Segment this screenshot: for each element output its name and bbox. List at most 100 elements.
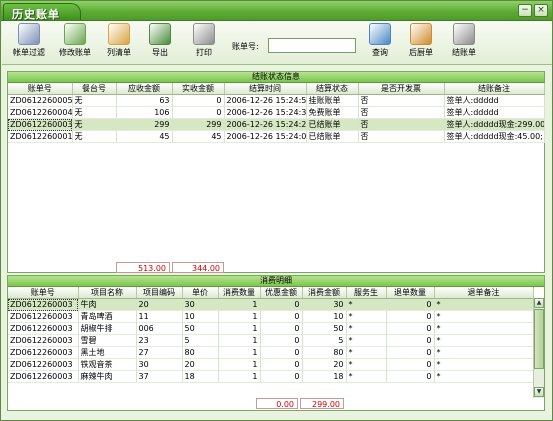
column-header[interactable]: 消费金额	[302, 287, 347, 299]
table-row[interactable]: ZD0612260001 无 45 45 2006-12-26 15:24:01 已结账单…	[8, 130, 545, 143]
table-cell: *	[346, 298, 387, 311]
table-cell: *	[346, 322, 387, 335]
column-header[interactable]: 结算时间	[224, 83, 307, 95]
table-row[interactable]: ZD0612260003 黑土地 27 80 1 0 80 * 0 *	[8, 346, 534, 359]
kitchen-order-icon	[410, 23, 432, 45]
table-cell: 0	[260, 358, 303, 371]
table-cell: ZD0612260004	[8, 106, 73, 119]
table-row[interactable]: ZD0612260003 雪碧 23 5 1 0 5 * 0 *	[8, 334, 534, 347]
table-cell: 青岛啤酒	[78, 310, 137, 323]
table-cell: 签单人:ddddd	[444, 94, 545, 107]
table-row[interactable]: ZD0612260003 铁观音茶 30 20 1 0 20 * 0 *	[8, 358, 534, 371]
scroll-thumb[interactable]	[534, 309, 544, 369]
table-cell: 0	[386, 334, 435, 347]
table-cell: 0	[260, 310, 303, 323]
table-cell: ZD0612260003	[8, 370, 79, 383]
table-cell: 无	[72, 118, 117, 131]
table-cell: 免费账单	[306, 106, 359, 119]
column-header[interactable]: 账单号	[8, 83, 73, 95]
table-cell: 45	[172, 130, 225, 143]
column-header[interactable]: 结算状态	[306, 83, 359, 95]
table-row[interactable]: ZD0612260003 牛肉 20 30 1 0 30 * 0 *	[8, 298, 534, 311]
column-header[interactable]: 消费数量	[218, 287, 261, 299]
column-header[interactable]: 项目名称	[78, 287, 137, 299]
table-cell: ZD0612260003	[8, 298, 79, 311]
column-header[interactable]: 账单号	[8, 287, 79, 299]
account-number-input[interactable]	[268, 38, 356, 53]
table-cell: 否	[358, 118, 445, 131]
table-cell: 1	[218, 322, 261, 335]
toolbar-button-label: 导出	[152, 48, 168, 57]
table-cell: 20	[136, 298, 183, 311]
minimize-button[interactable]: −	[518, 4, 532, 17]
column-header[interactable]: 实收金额	[172, 83, 225, 95]
title-tab: 历史账单	[3, 3, 81, 21]
table-cell: 11	[136, 310, 183, 323]
history-bill-window: 历史账单 − × 帐单过滤 修改账单 列清单 导出 打印 查询 后厨单 结账单 账单号: 结账…	[0, 0, 553, 421]
toolbar-button-label: 结账单	[452, 48, 476, 57]
table-cell: 已结账单	[306, 118, 359, 131]
column-header[interactable]: 餐台号	[72, 83, 117, 95]
table-cell: ZD0612260003	[8, 310, 79, 323]
scroll-up-arrow-icon[interactable]: ▲	[534, 298, 544, 308]
table-row[interactable]: ZD0612260004 无 106 0 2006-12-26 15:24:36 免费账单…	[8, 106, 545, 119]
table-cell: *	[346, 346, 387, 359]
column-header[interactable]: 优惠金额	[260, 287, 303, 299]
table-cell: 2006-12-26 15:24:01	[224, 130, 307, 143]
table-cell: 无	[72, 94, 117, 107]
toolbar-button-1[interactable]: 修改账单	[54, 22, 96, 62]
column-header[interactable]: 服务生	[346, 287, 387, 299]
title-bar: 历史账单 − ×	[1, 1, 552, 21]
toolbar-button-5[interactable]: 查询	[364, 22, 396, 62]
table-cell: *	[434, 298, 534, 311]
toolbar-button-0[interactable]: 帐单过滤	[8, 22, 50, 62]
detail-scrollbar[interactable]: ▲ ▼	[533, 298, 544, 398]
table-cell: ZD0612260003	[8, 358, 79, 371]
table-row[interactable]: ZD0612260003 胡椒牛排 006 50 1 0 50 * 0 *	[8, 322, 534, 335]
search-icon	[369, 23, 391, 45]
table-cell: 0	[386, 310, 435, 323]
column-header[interactable]: 项目编码	[136, 287, 183, 299]
table-cell: 无	[72, 130, 117, 143]
column-header[interactable]: 是否开发票	[358, 83, 445, 95]
toolbar-button-3[interactable]: 导出	[142, 22, 178, 62]
table-cell: 1	[218, 298, 261, 311]
close-button[interactable]: ×	[534, 4, 548, 17]
checkout-icon	[453, 23, 475, 45]
window-title: 历史账单	[12, 8, 60, 21]
bill-status-panel: 结账状态信息 账单号 餐台号 应收金额 实收金额 结算时间 结算状态 是否开发票 结账备注 Z…	[7, 71, 545, 273]
table-cell: 1	[218, 346, 261, 359]
column-header[interactable]: 结账备注	[444, 83, 545, 95]
column-header[interactable]: 单价	[182, 287, 219, 299]
column-header[interactable]: 应收金额	[116, 83, 173, 95]
total-amount: 299.00	[300, 398, 344, 409]
table-cell: 0	[172, 106, 225, 119]
table-cell: *	[434, 322, 534, 335]
scroll-down-arrow-icon[interactable]: ▼	[534, 387, 544, 397]
table-cell: 1	[218, 370, 261, 383]
table-row[interactable]: ZD0612260003 无 299 299 2006-12-26 15:24:29 已结…	[8, 118, 545, 131]
table-row[interactable]: ZD0612260003 麻辣牛肉 37 18 1 0 18 * 0 *	[8, 370, 534, 383]
table-cell: 5	[302, 334, 347, 347]
table-cell: *	[434, 346, 534, 359]
toolbar-button-2[interactable]: 列清单	[100, 22, 138, 62]
table-cell: 0	[386, 346, 435, 359]
table-cell: ZD0612260003	[8, 118, 73, 131]
table-cell: 1	[218, 358, 261, 371]
toolbar-button-4[interactable]: 打印	[186, 22, 222, 62]
table-cell: 1	[218, 334, 261, 347]
column-header[interactable]: 退单备注	[434, 287, 534, 299]
column-header[interactable]: 退单数量	[386, 287, 435, 299]
toolbar-button-7[interactable]: 结账单	[444, 22, 484, 62]
table-cell: *	[346, 358, 387, 371]
table-cell: 挂账账单	[306, 94, 359, 107]
consumption-detail-table: 账单号 项目名称 项目编码 单价 消费数量 优惠金额 消费金额 服务生 退单数量 退单备注 ZD0…	[8, 287, 534, 383]
bill-status-title: 结账状态信息	[8, 72, 544, 83]
table-cell: 否	[358, 130, 445, 143]
table-row[interactable]: ZD0612260003 青岛啤酒 11 10 1 0 10 * 0 *	[8, 310, 534, 323]
toolbar-button-6[interactable]: 后厨单	[402, 22, 440, 62]
table-cell: ZD0612260003	[8, 346, 79, 359]
table-row[interactable]: ZD0612260005 无 63 0 2006-12-26 15:24:50 挂账账单否…	[8, 94, 545, 107]
table-cell: 10	[302, 310, 347, 323]
total-discount: 0.00	[256, 398, 298, 409]
